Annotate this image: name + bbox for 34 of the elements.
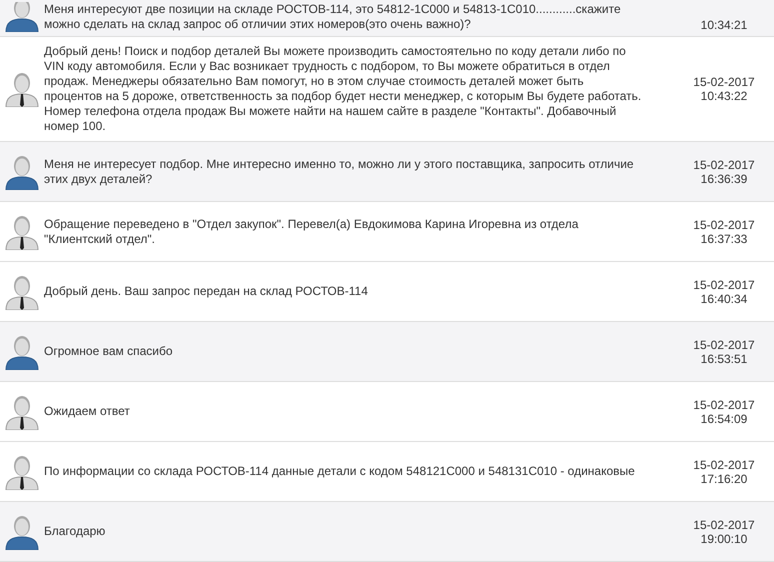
message-text: Благодарю: [44, 524, 106, 539]
message-date: 15-02-2017: [693, 398, 755, 412]
message-text: Огромное вам спасибо: [44, 344, 174, 359]
user-avatar-icon: [4, 214, 40, 250]
message-time: 16:36:39: [700, 172, 748, 186]
message-text: Добрый день. Ваш запрос передан на склад РОСТОВ-114: [44, 284, 369, 299]
message-text: Меня интересуют две позиции на складе РОСТОВ-114, это 54812-1C000 и 54813-1C010............скажите можно сделать на склад запрос об отличии этих номеров(это очень важно)?: [44, 2, 622, 32]
message-time: 17:16:20: [700, 472, 748, 486]
message-time: 19:00:10: [700, 532, 748, 546]
message-text: Добрый день! Поиск и подбор деталей Вы можете производить самостоятельно по коду детали либо по VIN коду автомобиля. Если у Вас возникает трудность с подбором, то Вы можете обратиться в отдел продаж. Менеджеры обязательно Вам помогут, но в этом случае стоимость деталей может быть процентов на 5 дороже, ответственность за подбор будет нести менеджер, с которым Вы будете работать. Номер телефона отдела продаж Вы можете найти на нашем сайте в разделе "Контакты". Добавочный номер 100.: [44, 44, 642, 134]
message-date: 15-02-2017: [693, 278, 755, 292]
message-date: 15-02-2017: [693, 518, 755, 532]
message-date: 15-02-2017: [693, 158, 755, 172]
user-avatar-icon: [4, 334, 40, 370]
user-avatar-icon: [4, 514, 40, 550]
user-avatar-icon: [4, 454, 40, 490]
message-time: 10:34:21: [700, 18, 748, 32]
message-time: 16:54:09: [700, 412, 748, 426]
message-time: 16:53:51: [700, 352, 748, 366]
message-date: 15-02-2017: [693, 458, 755, 472]
message-time: 10:43:22: [700, 89, 748, 103]
message-text: По информации со склада РОСТОВ-114 данные детали с кодом 548121C000 и 548131C010 - одинаковые: [44, 464, 636, 479]
user-avatar-icon: [4, 274, 40, 310]
user-avatar-icon: [4, 394, 40, 430]
message-text: Обращение переведено в "Отдел закупок". Перевел(а) Евдокимова Карина Игоревна из отдела "Клиентский отдел".: [44, 216, 580, 246]
message-date: 15-02-2017: [693, 75, 755, 89]
message-time: 16:37:33: [700, 232, 748, 246]
message-time: 16:40:34: [700, 292, 748, 306]
user-avatar-icon: [4, 71, 40, 107]
user-avatar-icon: [4, 154, 40, 190]
message-text: Ожидаем ответ: [44, 404, 131, 419]
message-date: 15-02-2017: [693, 338, 755, 352]
message-date: 15-02-2017: [693, 218, 755, 232]
message-text: Меня не интересует подбор. Мне интересно именно то, можно ли у этого поставщика, запросить отличие этих двух деталей?: [44, 156, 635, 186]
